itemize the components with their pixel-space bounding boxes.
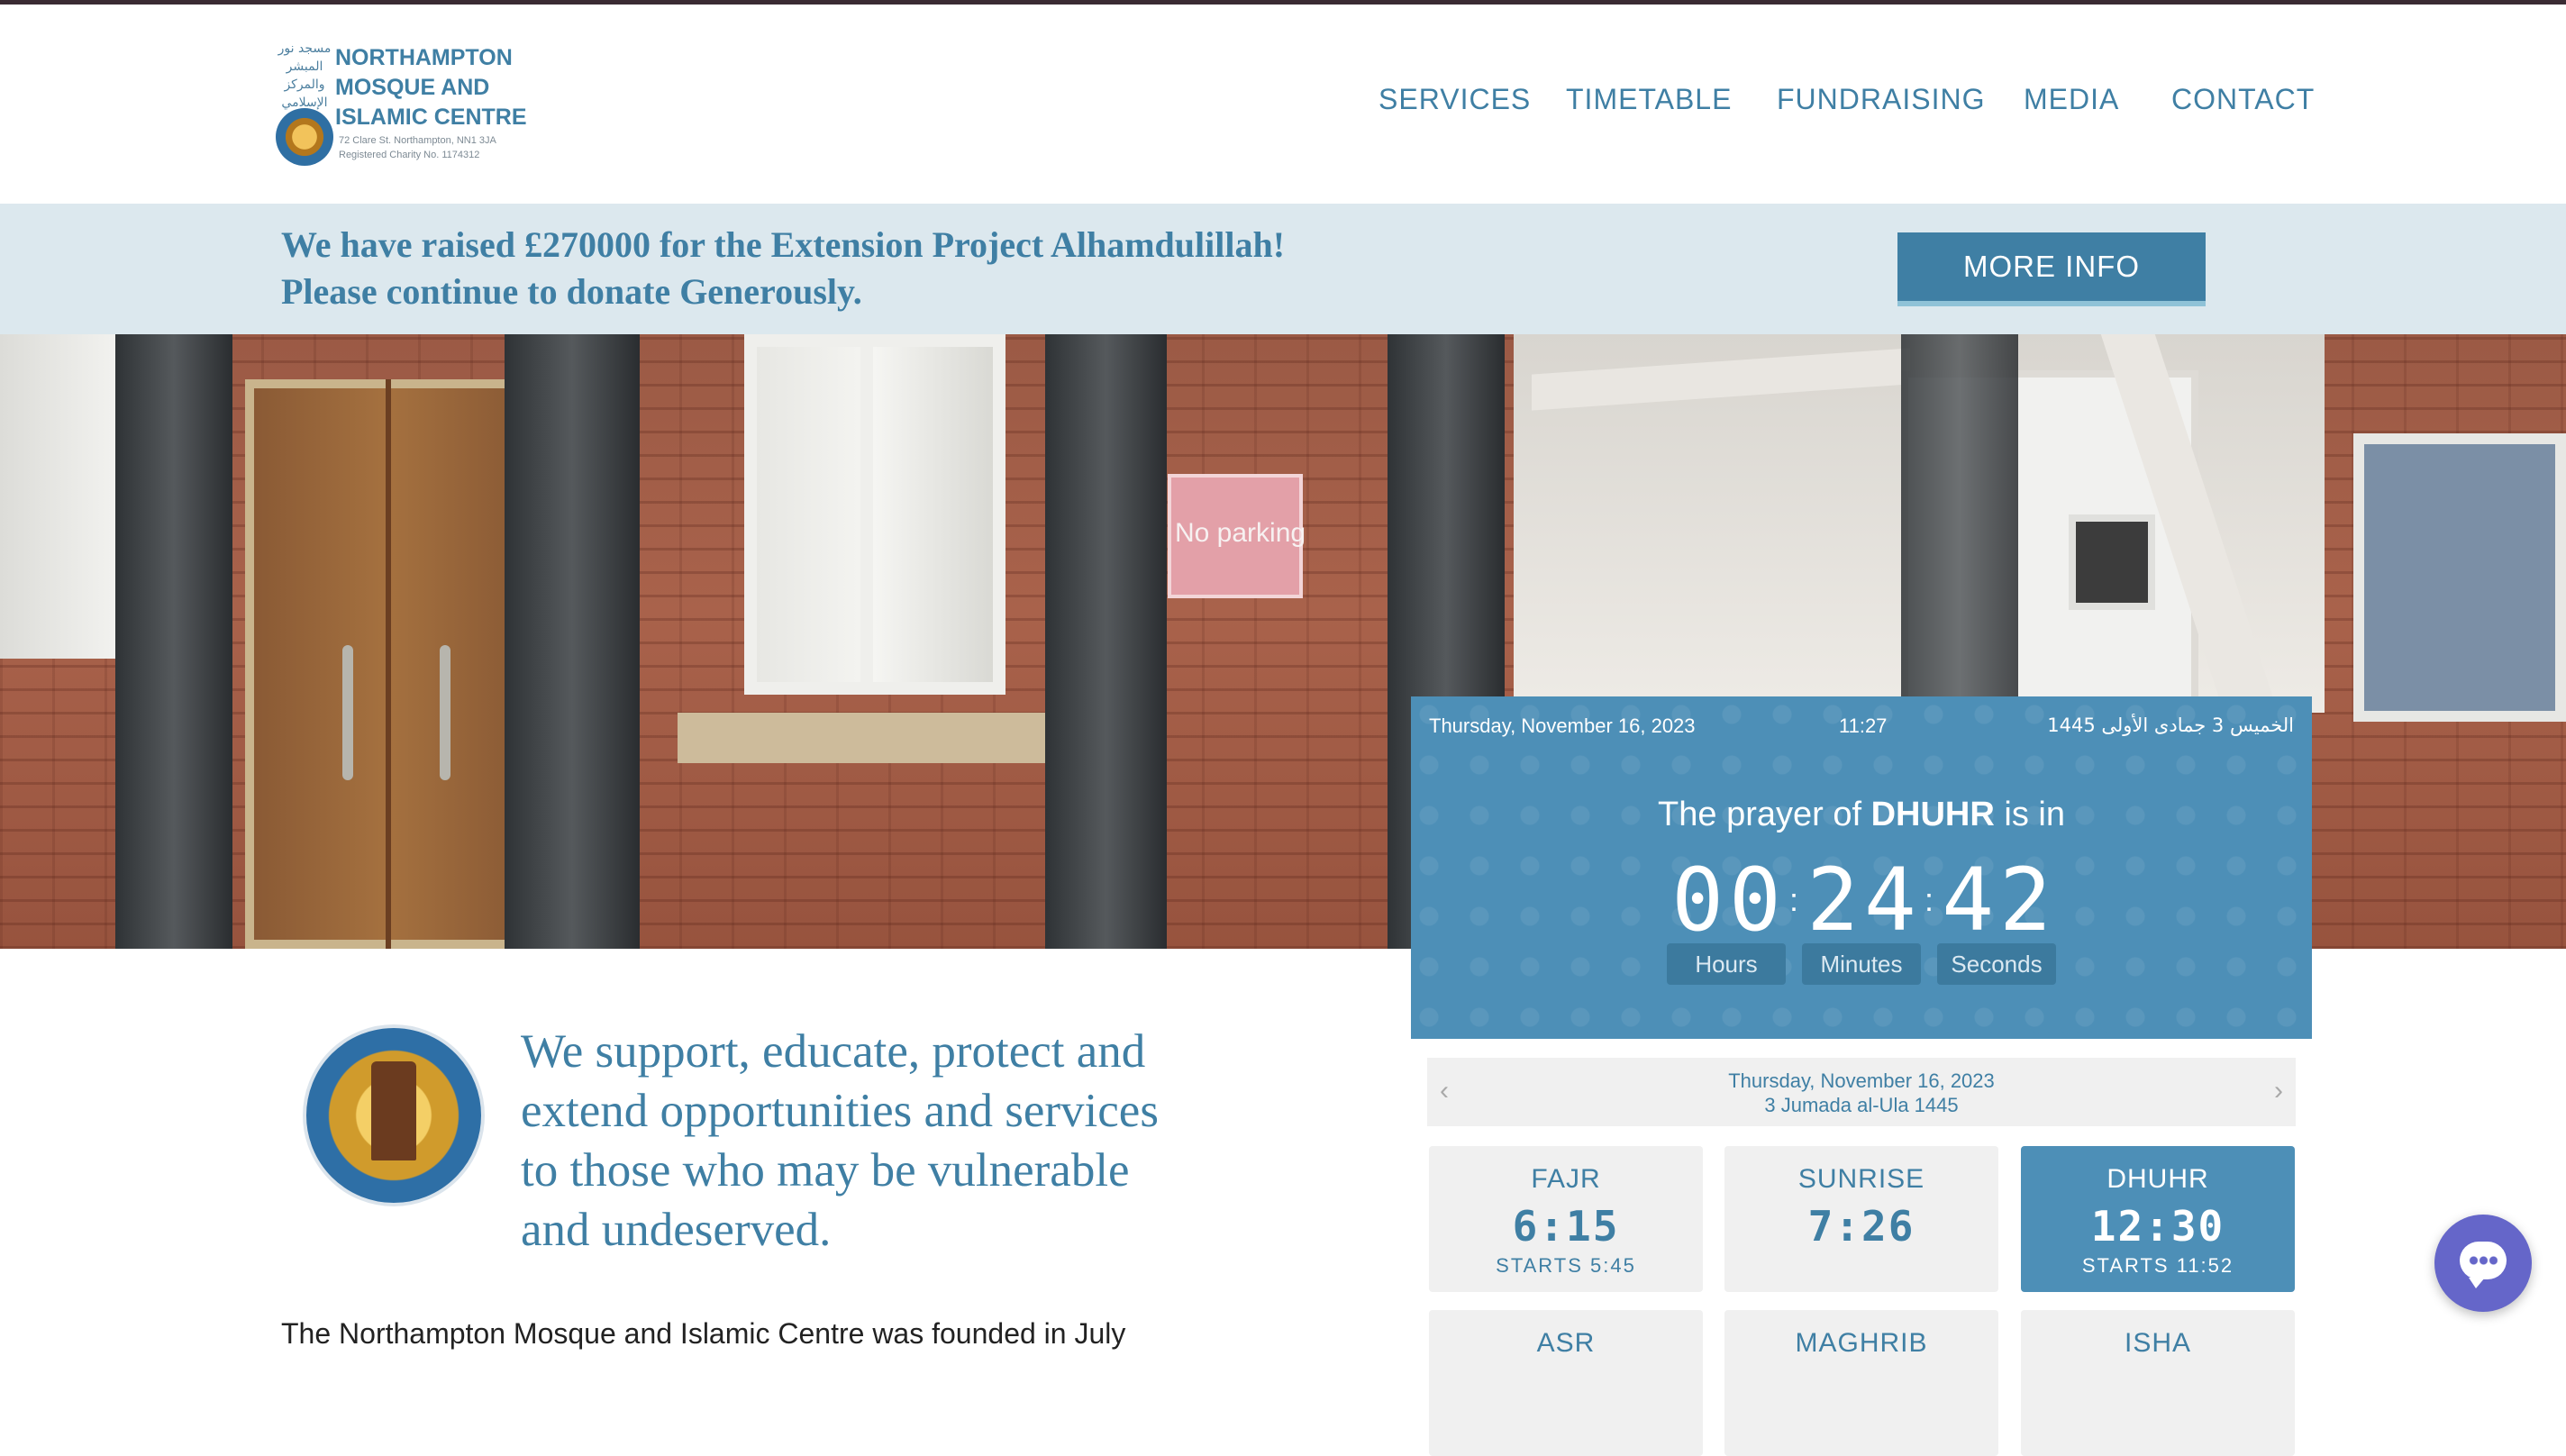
nav-media[interactable]: MEDIA (2024, 83, 2119, 126)
prayer-card-dhuhr: DHUHR 12:30 STARTS 11:52 (2021, 1146, 2295, 1292)
logo-arabic-text: مسجد نور المبشر والمركز الإسلامي (278, 41, 332, 110)
prayer-jamaat-time: 12:30 (2090, 1202, 2225, 1251)
site-logo[interactable]: مسجد نور المبشر والمركز الإسلامي NORTHAM… (276, 40, 546, 173)
banner-line-1: We have raised £270000 for the Extension… (281, 224, 1286, 265)
timetable-date: Thursday, November 16, 2023 3 Jumada al-… (1427, 1069, 2296, 1117)
countdown-separator: : (1789, 881, 1799, 918)
photo-window-sill (678, 713, 1056, 763)
photo-fence-bar (1045, 334, 1167, 949)
logo-address-block: 72 Clare St. Northampton, NN1 3JA Regist… (339, 133, 496, 162)
intro-paragraph: The Northampton Mosque and Islamic Centr… (281, 1317, 1126, 1350)
prayer-countdown-widget: Thursday, November 16, 2023 11:27 الخميس… (1411, 696, 2312, 1039)
mission-statement: We support, educate, protect and extend … (521, 1025, 1159, 1256)
emblem-pulpit-icon (371, 1061, 416, 1160)
prayer-card-maghrib: MAGHRIB (1724, 1310, 1998, 1456)
logo-address: 72 Clare St. Northampton, NN1 3JA (339, 135, 496, 146)
photo-vent (2069, 514, 2155, 610)
prayer-start-time: STARTS 5:45 (1496, 1254, 1636, 1277)
nav-services[interactable]: SERVICES (1379, 83, 1531, 126)
prayer-name: DHUHR (2106, 1164, 2209, 1194)
prayer-card-sunrise: SUNRISE 7:26 (1724, 1146, 1998, 1292)
prayer-jamaat-time: 7:26 (1807, 1202, 1915, 1251)
prayer-card-fajr: FAJR 6:15 STARTS 5:45 (1429, 1146, 1703, 1292)
photo-notice-board (2353, 433, 2566, 722)
prayer-name: SUNRISE (1797, 1164, 1925, 1194)
photo-sign-text: No parking (1175, 518, 1306, 548)
timetable-date-nav: ‹ Thursday, November 16, 2023 3 Jumada a… (1427, 1058, 2296, 1126)
photo-door-split (386, 379, 391, 949)
prayer-jamaat-time: 6:15 (1512, 1202, 1620, 1251)
next-prayer-name: DHUHR (1870, 796, 1995, 833)
next-prayer-prefix: The prayer of (1658, 796, 1862, 833)
timetable-gregorian-date: Thursday, November 16, 2023 (1728, 1069, 1995, 1092)
chat-dots-icon (2469, 1256, 2498, 1265)
logo-charity-number: Registered Charity No. 1174312 (339, 150, 480, 160)
countdown-seconds: 42 (1942, 850, 2057, 951)
timetable-hijri-date: 3 Jumada al-Ula 1445 (1764, 1094, 1959, 1116)
widget-scalloped-edge (1411, 1027, 2312, 1042)
prayer-card-asr: ASR (1429, 1310, 1703, 1456)
photo-window-left (0, 334, 132, 659)
nav-fundraising[interactable]: FUNDRAISING (1777, 83, 1985, 126)
countdown-seconds-label: Seconds (1937, 943, 2056, 985)
photo-fence-bar (505, 334, 640, 949)
next-prayer-heading: The prayer of DHUHR is in (1411, 796, 2312, 834)
photo-window (744, 334, 1005, 695)
chat-button[interactable] (2434, 1215, 2532, 1312)
prayer-name: MAGHRIB (1795, 1328, 1928, 1358)
prayer-start-time: STARTS 11:52 (2081, 1254, 2234, 1277)
fundraising-banner: We have raised £270000 for the Extension… (0, 204, 2566, 334)
countdown-minutes: 24 (1806, 850, 1922, 951)
widget-hijri-date: الخميس 3 جمادى الأولى 1445 (2047, 714, 2294, 736)
banner-line-2: Please continue to donate Generously. (281, 271, 862, 312)
next-day-chevron-icon[interactable]: › (2274, 1076, 2283, 1106)
more-info-button[interactable]: MORE INFO (1897, 232, 2206, 306)
photo-door-handle (342, 645, 353, 780)
logo-title: NORTHAMPTON MOSQUE AND ISLAMIC CENTRE (335, 45, 527, 130)
top-border (0, 0, 2566, 5)
prayer-name: ASR (1536, 1328, 1596, 1358)
countdown-minutes-label: Minutes (1802, 943, 1921, 985)
photo-window-frame (860, 334, 873, 695)
prayer-card-isha: ISHA (2021, 1310, 2295, 1456)
banner-message: We have raised £270000 for the Extension… (281, 222, 1285, 315)
next-prayer-suffix: is in (2004, 796, 2065, 833)
countdown-separator: : (1924, 881, 1934, 918)
photo-fence-bar (115, 334, 232, 949)
logo-emblem-icon (276, 108, 333, 166)
nav-contact[interactable]: CONTACT (2171, 83, 2315, 126)
prayer-name: ISHA (2124, 1328, 2192, 1358)
widget-current-time: 11:27 (1839, 714, 1888, 737)
widget-gregorian-date: Thursday, November 16, 2023 (1429, 714, 1696, 737)
photo-door-handle (440, 645, 450, 780)
nav-timetable[interactable]: TIMETABLE (1566, 83, 1732, 126)
prayer-name: FAJR (1531, 1164, 1601, 1194)
countdown-hours-label: Hours (1667, 943, 1786, 985)
countdown-hours: 00 (1671, 850, 1787, 951)
